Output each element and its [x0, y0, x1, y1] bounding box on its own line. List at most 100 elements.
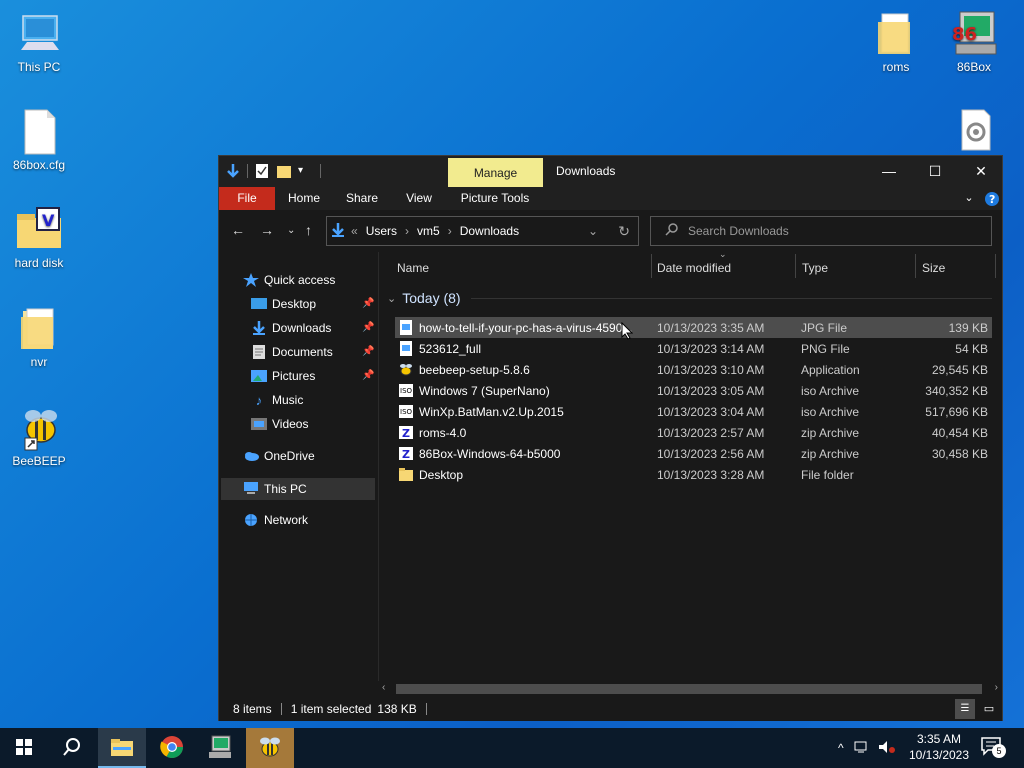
nav-network[interactable]: Network [243, 509, 308, 531]
taskbar-86box[interactable] [196, 728, 244, 768]
pin-icon[interactable]: 📌 [362, 370, 374, 381]
search-box[interactable]: Search Downloads [650, 216, 992, 246]
column-header-name[interactable]: Name [397, 252, 429, 284]
taskbar-file-explorer[interactable] [98, 728, 146, 768]
up-arrow-icon[interactable]: ↑ [305, 222, 312, 238]
pin-icon[interactable]: 📌 [362, 346, 374, 357]
navigation-bar: ← → ⌄ ↑ « Users › vm5 › Downloads ⌄ ↻ Se… [219, 210, 1002, 252]
notification-button[interactable]: 5 [980, 736, 1010, 760]
start-button[interactable] [0, 728, 48, 768]
collapse-chevron-icon[interactable]: ⌄ [387, 292, 396, 305]
horizontal-scrollbar[interactable]: ‹ › [378, 681, 1002, 697]
svg-text:?: ? [989, 193, 995, 206]
breadcrumb-separator: › [405, 224, 410, 238]
customize-qat-icon[interactable]: ▾ [298, 162, 314, 180]
recent-locations-icon[interactable]: ⌄ [287, 225, 295, 236]
help-icon[interactable]: ? [984, 187, 1000, 210]
file-row[interactable]: how-to-tell-if-your-pc-has-a-virus-4590.… [395, 317, 992, 338]
column-separator[interactable] [795, 254, 796, 278]
folder-icon [399, 467, 413, 482]
scrollbar-thumb[interactable] [396, 684, 982, 694]
desktop-icon-beebeep[interactable]: BeeBEEP [4, 404, 74, 468]
down-arrow-icon[interactable] [225, 162, 241, 180]
tab-view[interactable]: View [397, 187, 441, 210]
new-folder-icon[interactable] [276, 162, 292, 180]
desktop-icon-roms[interactable]: roms [861, 10, 931, 74]
forward-arrow-icon[interactable]: → [260, 222, 274, 238]
nav-quick-access[interactable]: Quick access [243, 269, 335, 291]
column-header-date[interactable]: Date modified [657, 252, 731, 284]
settings-file-icon [950, 108, 998, 156]
breadcrumb-vm5[interactable]: vm5 [417, 224, 440, 238]
properties-icon[interactable] [254, 162, 270, 180]
nav-downloads[interactable]: Downloads [251, 317, 331, 339]
nav-pictures[interactable]: Pictures [251, 365, 315, 387]
search-input[interactable]: Search Downloads [688, 224, 789, 238]
this-pc-icon [15, 10, 63, 58]
nav-desktop[interactable]: Desktop [251, 293, 316, 315]
tab-home[interactable]: Home [281, 187, 327, 210]
desktop-icon-config-file[interactable] [939, 108, 1009, 158]
breadcrumb-downloads[interactable]: Downloads [460, 224, 519, 238]
tab-manage[interactable]: Manage [448, 158, 543, 187]
tab-file[interactable]: File [219, 187, 275, 210]
file-row[interactable]: ISO WinXp.BatMan.v2.Up.2015 10/13/2023 3:0… [395, 401, 992, 422]
nav-documents[interactable]: Documents [251, 341, 333, 363]
desktop-icon-86box[interactable]: 86 86Box [939, 10, 1009, 74]
volume-muted-icon[interactable] [878, 740, 896, 757]
minimize-button[interactable]: — [866, 156, 912, 187]
network-icon[interactable] [854, 740, 870, 757]
address-dropdown-icon[interactable]: ⌄ [588, 224, 598, 238]
tab-picture-tools[interactable]: Picture Tools [451, 187, 539, 210]
nav-videos[interactable]: Videos [251, 413, 308, 435]
show-hidden-icons-icon[interactable]: ^ [838, 741, 844, 755]
desktop-icon-this-pc[interactable]: This PC [4, 10, 74, 74]
desktop-icon-nvr[interactable]: nvr [4, 305, 74, 369]
taskbar-beebeep[interactable] [246, 728, 294, 768]
address-overflow[interactable]: « [351, 224, 358, 238]
column-separator[interactable] [651, 254, 652, 278]
file-row[interactable]: Z 86Box-Windows-64-b5000 10/13/2023 2:56 A… [395, 443, 992, 464]
svg-text:ISO: ISO [400, 387, 413, 395]
expand-ribbon-icon[interactable]: ⌄ [961, 187, 977, 210]
column-header-type[interactable]: Type [802, 252, 828, 284]
address-bar[interactable]: « Users › vm5 › Downloads ⌄ ↻ [326, 216, 639, 246]
scroll-left-icon[interactable]: ‹ [382, 682, 385, 693]
bee-icon [399, 362, 413, 377]
file-row[interactable]: beebeep-setup-5.8.6 10/13/2023 3:10 AM App… [395, 359, 992, 380]
nav-this-pc[interactable]: This PC [243, 478, 307, 500]
breadcrumb-users[interactable]: Users [366, 224, 397, 238]
close-button[interactable]: ✕ [958, 156, 1004, 187]
svg-text:V: V [42, 211, 55, 230]
details-view-icon[interactable]: ☰ [955, 699, 975, 719]
column-separator[interactable] [915, 254, 916, 278]
file-row[interactable]: 523612_full 10/13/2023 3:14 AM PNG File 54 … [395, 338, 992, 359]
column-separator[interactable] [995, 254, 996, 278]
desktop-icon-86box-cfg[interactable]: 86box.cfg [4, 108, 74, 172]
pin-icon[interactable]: 📌 [362, 322, 374, 333]
group-header-today[interactable]: ⌄ Today (8) [387, 290, 992, 306]
tab-share[interactable]: Share [337, 187, 387, 210]
file-row[interactable]: Desktop 10/13/2023 3:28 AM File folder [395, 464, 992, 485]
nav-label: This PC [264, 482, 307, 496]
scroll-right-icon[interactable]: › [995, 682, 998, 693]
file-name: Desktop [419, 467, 464, 482]
refresh-icon[interactable]: ↻ [618, 223, 630, 240]
pin-icon[interactable]: 📌 [362, 298, 374, 309]
desktop-icon-hard-disk[interactable]: V hard disk [4, 206, 74, 270]
videos-icon [251, 417, 267, 431]
taskbar-chrome[interactable] [148, 728, 196, 768]
clock[interactable]: 3:35 AM 10/13/2023 [906, 731, 972, 763]
file-row[interactable]: Zroms-4.0 10/13/2023 2:57 AM zip Archive 40… [395, 422, 992, 443]
file-row[interactable]: ISO Windows 7 (SuperNano) 10/13/2023 3:05 … [395, 380, 992, 401]
desktop-icon [251, 297, 267, 311]
search-button[interactable] [48, 728, 96, 768]
file-type: Application [801, 362, 860, 377]
back-arrow-icon[interactable]: ← [231, 222, 245, 238]
group-divider [470, 297, 992, 299]
nav-music[interactable]: ♪ Music [251, 389, 304, 411]
column-header-size[interactable]: Size [922, 252, 945, 284]
large-icons-view-icon[interactable]: ▭ [979, 699, 999, 719]
nav-onedrive[interactable]: OneDrive [243, 445, 315, 467]
maximize-button[interactable]: ☐ [912, 156, 958, 187]
